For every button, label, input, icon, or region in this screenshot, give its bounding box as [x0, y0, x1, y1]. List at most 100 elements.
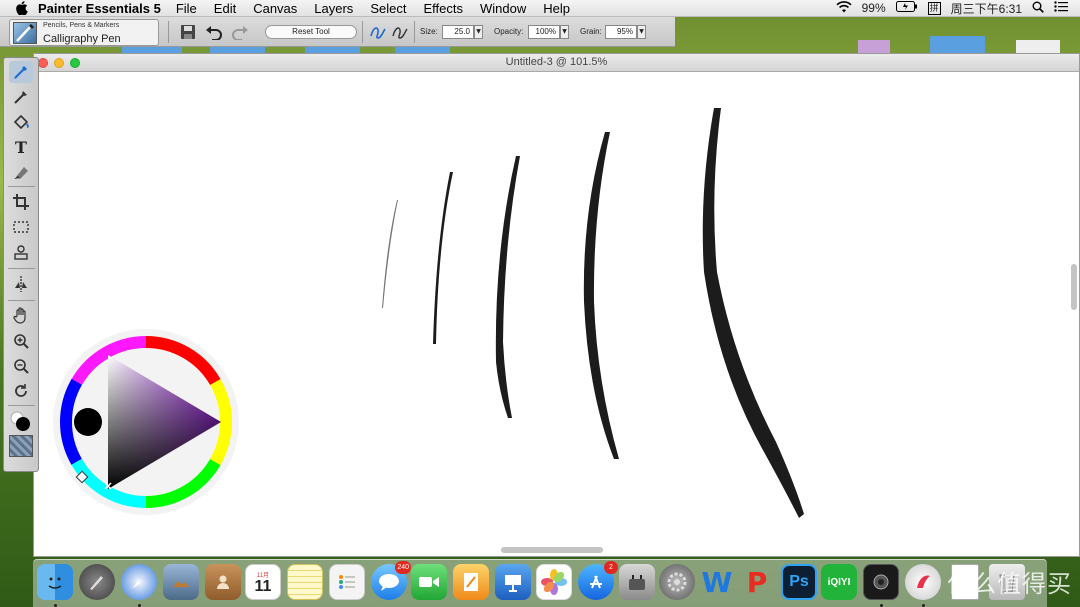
- desktop-folder-icon: [930, 36, 985, 53]
- vertical-scrollbar[interactable]: [1071, 264, 1077, 310]
- menu-layers[interactable]: Layers: [314, 1, 353, 16]
- divider: [8, 405, 35, 406]
- pen-stroke-3: [495, 156, 520, 418]
- desktop-file-icon: [1016, 40, 1060, 53]
- eraser-tool-icon[interactable]: [9, 161, 33, 183]
- mirror-painting-tool-icon[interactable]: [9, 273, 33, 295]
- straight-line-stroke-icon[interactable]: [390, 22, 410, 42]
- color-wheel[interactable]: [51, 327, 241, 517]
- watermark: 什么值得买: [947, 570, 1072, 598]
- toolbox: T: [3, 57, 39, 472]
- input-method-indicator[interactable]: 拼: [927, 1, 941, 15]
- battery-icon[interactable]: [895, 1, 918, 15]
- notification-center-icon[interactable]: [1054, 1, 1068, 15]
- undo-icon[interactable]: [204, 22, 224, 42]
- wps-writer-icon[interactable]: W: [699, 564, 735, 600]
- app-menu[interactable]: Painter Essentials 5: [38, 1, 161, 16]
- menubar-clock[interactable]: 周三下午6:31: [951, 0, 1022, 17]
- launchpad-icon[interactable]: [79, 564, 115, 600]
- opacity-field[interactable]: 100%: [528, 25, 560, 39]
- grabber-hand-tool-icon[interactable]: [9, 305, 33, 327]
- menu-canvas[interactable]: Canvas: [253, 1, 297, 16]
- wps-presentation-icon[interactable]: P: [739, 564, 775, 600]
- grain-label: Grain:: [580, 27, 602, 36]
- desktop-file-icon: [858, 40, 890, 53]
- opacity-dropdown-icon[interactable]: ▼: [560, 25, 569, 39]
- save-icon[interactable]: [178, 22, 198, 42]
- preview-icon[interactable]: [163, 564, 199, 600]
- divider: [168, 21, 169, 43]
- keynote-icon[interactable]: [495, 564, 531, 600]
- menu-bar: Painter Essentials 5 File Edit Canvas La…: [0, 0, 1080, 17]
- apple-menu-icon[interactable]: [15, 1, 29, 15]
- brush-thumbnail-icon: [13, 22, 37, 44]
- messages-icon[interactable]: 240: [371, 561, 411, 600]
- app-store-icon[interactable]: 2: [578, 561, 618, 600]
- window-titlebar[interactable]: Untitled-3 @ 101.5%: [34, 54, 1079, 72]
- menu-select[interactable]: Select: [370, 1, 406, 16]
- wifi-icon[interactable]: [836, 0, 852, 16]
- rotate-page-tool-icon[interactable]: [9, 380, 33, 402]
- iqiyi-icon[interactable]: iQIYI: [821, 564, 857, 600]
- menu-edit[interactable]: Edit: [214, 1, 236, 16]
- battery-percent[interactable]: 99%: [862, 1, 886, 15]
- app-store-badge: 2: [604, 561, 618, 574]
- grain-dropdown-icon[interactable]: ▼: [637, 25, 646, 39]
- pen-stroke-5: [702, 108, 804, 518]
- crop-tool-icon[interactable]: [9, 191, 33, 213]
- dock: 11月 11 240 2 W P Ps iQIYI: [33, 559, 1047, 607]
- transform-tool-icon[interactable]: [9, 241, 33, 263]
- divider: [8, 268, 35, 269]
- disk-utility-icon[interactable]: [619, 564, 655, 600]
- safari-icon[interactable]: [121, 564, 157, 600]
- zoom-in-tool-icon[interactable]: [9, 330, 33, 352]
- notes-icon[interactable]: [287, 564, 323, 600]
- screen-capture-icon[interactable]: [863, 564, 899, 600]
- brush-category-label: Pencils, Pens & Markers: [43, 22, 120, 29]
- brush-variant-label: Calligraphy Pen: [43, 33, 121, 45]
- freehand-stroke-icon[interactable]: [368, 22, 388, 42]
- redo-icon[interactable]: [230, 22, 250, 42]
- zoom-out-tool-icon[interactable]: [9, 355, 33, 377]
- menu-help[interactable]: Help: [543, 1, 570, 16]
- size-label: Size:: [420, 27, 438, 36]
- reset-tool-button[interactable]: Reset Tool: [265, 25, 357, 39]
- menu-window[interactable]: Window: [480, 1, 526, 16]
- text-tool-icon[interactable]: T: [9, 136, 33, 158]
- current-color-dot[interactable]: [74, 408, 102, 436]
- pen-stroke-4: [583, 132, 619, 459]
- calendar-icon[interactable]: 11月 11: [245, 564, 281, 600]
- photoshop-icon[interactable]: Ps: [781, 564, 817, 600]
- reminders-icon[interactable]: [329, 564, 365, 600]
- divider: [362, 21, 363, 43]
- brush-selector[interactable]: Pencils, Pens & Markers Calligraphy Pen: [9, 19, 159, 46]
- divider: [8, 300, 35, 301]
- divider: [8, 186, 35, 187]
- painter-icon[interactable]: [905, 564, 941, 600]
- paint-bucket-tool-icon[interactable]: [9, 111, 33, 133]
- menu-effects[interactable]: Effects: [423, 1, 463, 16]
- property-bar: Pencils, Pens & Markers Calligraphy Pen …: [0, 17, 675, 47]
- size-field[interactable]: 25.0: [442, 25, 474, 39]
- spotlight-icon[interactable]: [1032, 1, 1044, 16]
- horizontal-scrollbar[interactable]: [501, 547, 603, 553]
- dropper-tool-icon[interactable]: [9, 86, 33, 108]
- rectangular-selection-tool-icon[interactable]: [9, 216, 33, 238]
- system-preferences-icon[interactable]: [659, 564, 695, 600]
- contacts-icon[interactable]: [205, 564, 241, 600]
- photos-icon[interactable]: [536, 564, 572, 600]
- pages-icon[interactable]: [453, 564, 489, 600]
- size-dropdown-icon[interactable]: ▼: [474, 25, 483, 39]
- menu-file[interactable]: File: [176, 1, 197, 16]
- color-swatches-icon[interactable]: [9, 410, 33, 432]
- opacity-label: Opacity:: [494, 27, 524, 36]
- finder-icon[interactable]: [37, 564, 73, 600]
- pen-stroke-1: [382, 200, 398, 308]
- brush-tool-icon[interactable]: [9, 61, 33, 83]
- messages-badge: 240: [395, 561, 411, 574]
- divider: [414, 21, 415, 43]
- grain-field[interactable]: 95%: [605, 25, 637, 39]
- window-title: Untitled-3 @ 101.5%: [505, 56, 608, 68]
- facetime-icon[interactable]: [411, 564, 447, 600]
- paper-texture-icon[interactable]: [9, 435, 33, 457]
